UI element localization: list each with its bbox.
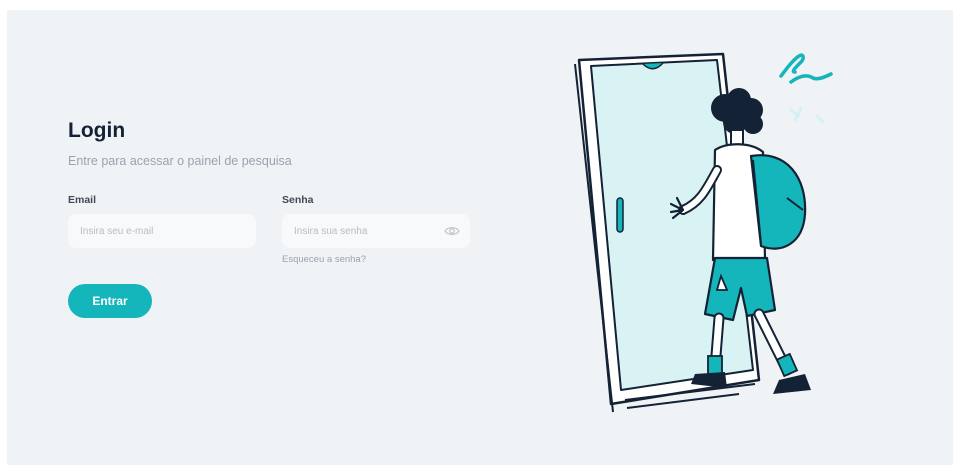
password-field-group: Senha Esqueceu a senha? [282,194,470,265]
password-input-wrapper [282,214,470,248]
submit-button[interactable]: Entrar [68,284,152,318]
form-fields: Email Senha Esqueceu a senha? [68,194,488,284]
email-input[interactable] [68,214,256,248]
eye-icon[interactable] [444,224,460,238]
login-form: Login Entre para acessar o painel de pes… [68,118,488,318]
phone-door-illustration [555,38,855,433]
email-label: Email [68,194,97,206]
page-subtitle: Entre para acessar o painel de pesquisa [68,154,292,168]
email-field-group: Email [68,194,256,248]
password-label: Senha [282,194,314,206]
email-input-wrapper [68,214,256,248]
password-input[interactable] [282,214,470,248]
page-title: Login [68,119,126,142]
forgot-password-link[interactable]: Esqueceu a senha? [282,254,470,265]
